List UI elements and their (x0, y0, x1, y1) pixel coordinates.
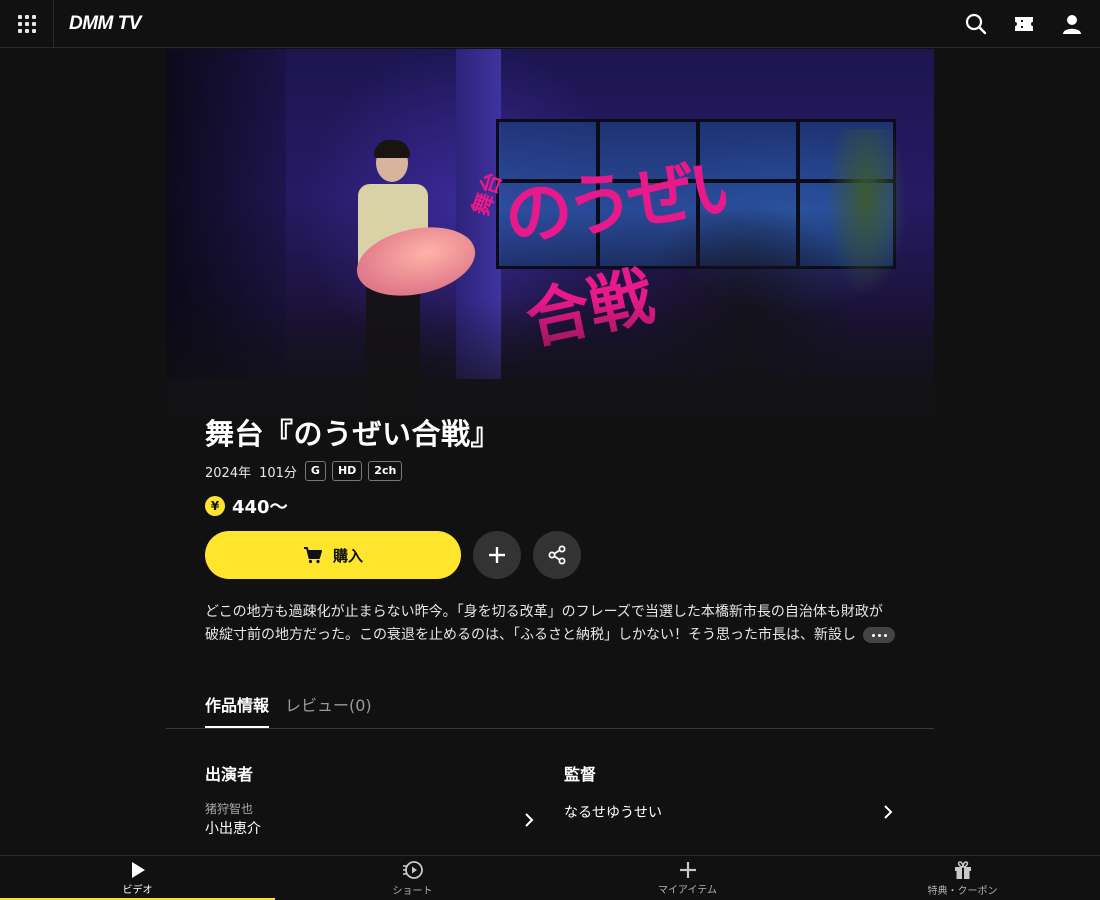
synopsis: どこの地方も過疎化が止まらない昨今。「身を切る改革」のフレーズで当選した本橋新市… (205, 601, 895, 647)
search-button[interactable] (960, 8, 992, 40)
action-buttons: 購入 (205, 531, 905, 579)
ticket-icon (1015, 17, 1033, 31)
share-button[interactable] (533, 531, 581, 579)
page-title: 舞台『のうぜい合戦』 (205, 417, 501, 451)
quality-badge: HD (331, 461, 363, 481)
search-icon (965, 13, 987, 35)
synopsis-line-1: どこの地方も過疎化が止まらない昨今。「身を切る改革」のフレーズで当選した本橋新市… (205, 604, 883, 620)
title-details: 舞台『のうぜい合戦』 2024年 101分 G HD 2ch ¥ 440〜 購入 (205, 410, 905, 647)
header-actions (960, 0, 1088, 48)
gift-icon (954, 861, 971, 879)
director-name[interactable]: なるせゆうせい (564, 802, 662, 822)
expand-synopsis-button[interactable] (863, 627, 895, 643)
buy-button-label: 購入 (332, 546, 363, 565)
rating-badge: G (304, 461, 326, 481)
nav-my-items[interactable]: マイアイテム (550, 856, 825, 900)
dmm-tv-logo[interactable]: DMM TV (69, 13, 141, 35)
director-chevron-right-icon[interactable] (880, 804, 896, 820)
cast-chevron-right-icon[interactable] (521, 812, 537, 828)
ticket-button[interactable] (1008, 8, 1040, 40)
nav-short[interactable]: ショート (275, 856, 550, 900)
audio-badge: 2ch (368, 461, 403, 481)
nav-short-label: ショート (392, 886, 433, 897)
hero-key-visual: 舞台 のうぜい 合戦 (166, 49, 934, 469)
detail-tabs: 作品情報 レビュー(0) (166, 680, 934, 729)
app-grid-icon (17, 14, 36, 33)
cast-member-sub: 猪狩智也 (205, 802, 254, 816)
plus-icon (679, 862, 696, 878)
cast-heading: 出演者 (205, 765, 254, 784)
meta-row: 2024年 101分 G HD 2ch (205, 458, 905, 484)
synopsis-line-2: 破綻寸前の地方だった。この衰退を止めるのは、「ふるさと納税」しかない！そう思った… (205, 627, 856, 643)
app-grid-button[interactable] (0, 0, 54, 48)
tab-work-info[interactable]: 作品情報 (205, 692, 270, 728)
share-icon (548, 545, 566, 565)
cast-member-name[interactable]: 小出恵介 (205, 818, 261, 838)
plus-icon (489, 547, 505, 563)
nav-video[interactable]: ビデオ (0, 856, 275, 900)
nav-perks-label: 特典・クーポン (927, 886, 998, 897)
release-year: 2024年 (205, 465, 252, 481)
duration: 101分 (259, 465, 297, 481)
director-heading: 監督 (564, 765, 597, 784)
svg-text:のうぜい: のうぜい (500, 145, 726, 258)
user-icon (1063, 15, 1081, 34)
nav-perks-coupons[interactable]: 特典・クーポン (825, 856, 1100, 900)
account-button[interactable] (1056, 8, 1088, 40)
play-icon (131, 862, 145, 878)
yen-coin-icon: ¥ (205, 496, 225, 516)
bottom-navigation: ビデオ ショート マイアイテム 特典・クーポン (0, 855, 1100, 900)
top-header: DMM TV (0, 0, 1100, 48)
short-icon (402, 861, 423, 879)
nav-video-label: ビデオ (122, 885, 153, 896)
tab-reviews[interactable]: レビュー(0) (285, 692, 372, 728)
nav-my-items-label: マイアイテム (658, 885, 717, 896)
cart-icon (303, 547, 322, 564)
price-row: ¥ 440〜 (205, 494, 905, 518)
buy-button[interactable]: 購入 (205, 531, 461, 579)
price-text: 440〜 (232, 497, 288, 518)
add-to-list-button[interactable] (473, 531, 521, 579)
